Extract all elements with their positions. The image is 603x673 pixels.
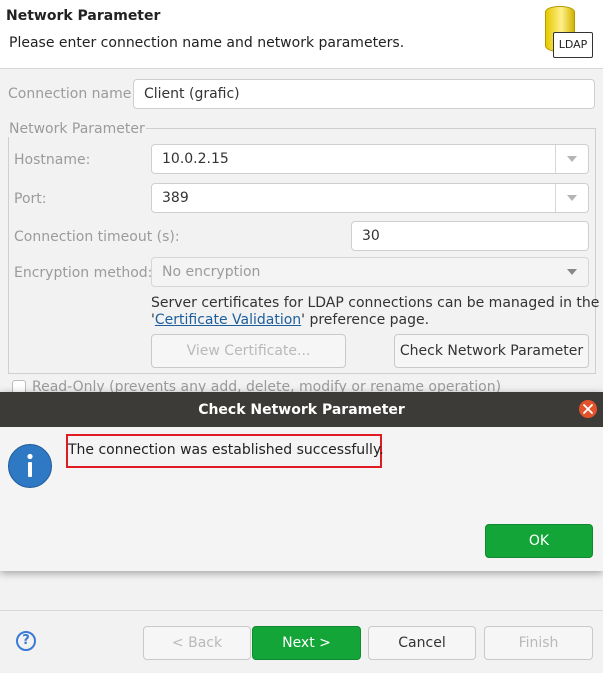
check-network-parameter-button[interactable]: Check Network Parameter — [394, 334, 589, 368]
certificate-info-line-1: Server certificates for LDAP connections… — [151, 295, 600, 311]
timeout-input[interactable]: 30 — [351, 221, 589, 251]
port-dropdown-button[interactable] — [555, 184, 588, 212]
connection-name-input[interactable]: Client (grafic) — [133, 79, 595, 109]
encryption-dropdown-button[interactable] — [556, 258, 588, 286]
dialog-close-button[interactable] — [579, 400, 597, 418]
hostname-value: 10.0.2.15 — [162, 151, 229, 167]
hostname-combo[interactable]: 10.0.2.15 — [151, 144, 589, 174]
dialog-titlebar: Check Network Parameter — [0, 392, 603, 427]
next-button[interactable]: Next > — [252, 626, 361, 660]
certificate-info-line-2: 'Certificate Validation' preference page… — [151, 312, 599, 328]
timeout-label: Connection timeout (s): — [14, 229, 180, 245]
cancel-button[interactable]: Cancel — [368, 626, 476, 660]
view-certificate-button[interactable]: View Certificate... — [151, 334, 346, 368]
ldap-logo-icon: LDAP — [541, 6, 593, 62]
page-subtitle: Please enter connection name and network… — [9, 35, 405, 51]
certificate-validation-link[interactable]: Certificate Validation — [155, 312, 301, 328]
certificate-info-text: Server certificates for LDAP connections… — [151, 295, 599, 328]
port-combo[interactable]: 389 — [151, 183, 589, 213]
hostname-label: Hostname: — [14, 152, 91, 168]
encryption-value: No encryption — [162, 264, 261, 280]
port-value: 389 — [162, 190, 189, 206]
check-network-dialog: Check Network Parameter The connection w… — [0, 392, 603, 571]
ok-button[interactable]: OK — [485, 524, 593, 558]
dialog-title: Check Network Parameter — [198, 401, 405, 418]
close-icon — [583, 404, 593, 414]
info-icon — [8, 444, 52, 488]
dialog-message: The connection was established successfu… — [68, 442, 384, 458]
encryption-select[interactable]: No encryption — [151, 257, 589, 287]
chevron-down-icon — [567, 195, 577, 201]
chevron-down-icon — [567, 156, 577, 162]
page-title: Network Parameter — [6, 8, 161, 24]
port-label: Port: — [14, 191, 47, 207]
certificate-info-suffix: ' preference page. — [301, 312, 430, 328]
ldap-logo-label: LDAP — [553, 32, 593, 58]
network-group-legend: Network Parameter — [8, 121, 146, 137]
connection-name-label: Connection name: — [8, 86, 137, 102]
back-button[interactable]: < Back — [143, 626, 251, 660]
hostname-dropdown-button[interactable] — [555, 145, 588, 173]
help-icon[interactable]: ? — [16, 631, 36, 651]
footer-divider — [0, 610, 603, 611]
finish-button[interactable]: Finish — [484, 626, 593, 660]
chevron-down-icon — [567, 269, 577, 275]
wizard-header: Network Parameter Please enter connectio… — [0, 0, 603, 69]
encryption-label: Encryption method: — [14, 265, 153, 281]
